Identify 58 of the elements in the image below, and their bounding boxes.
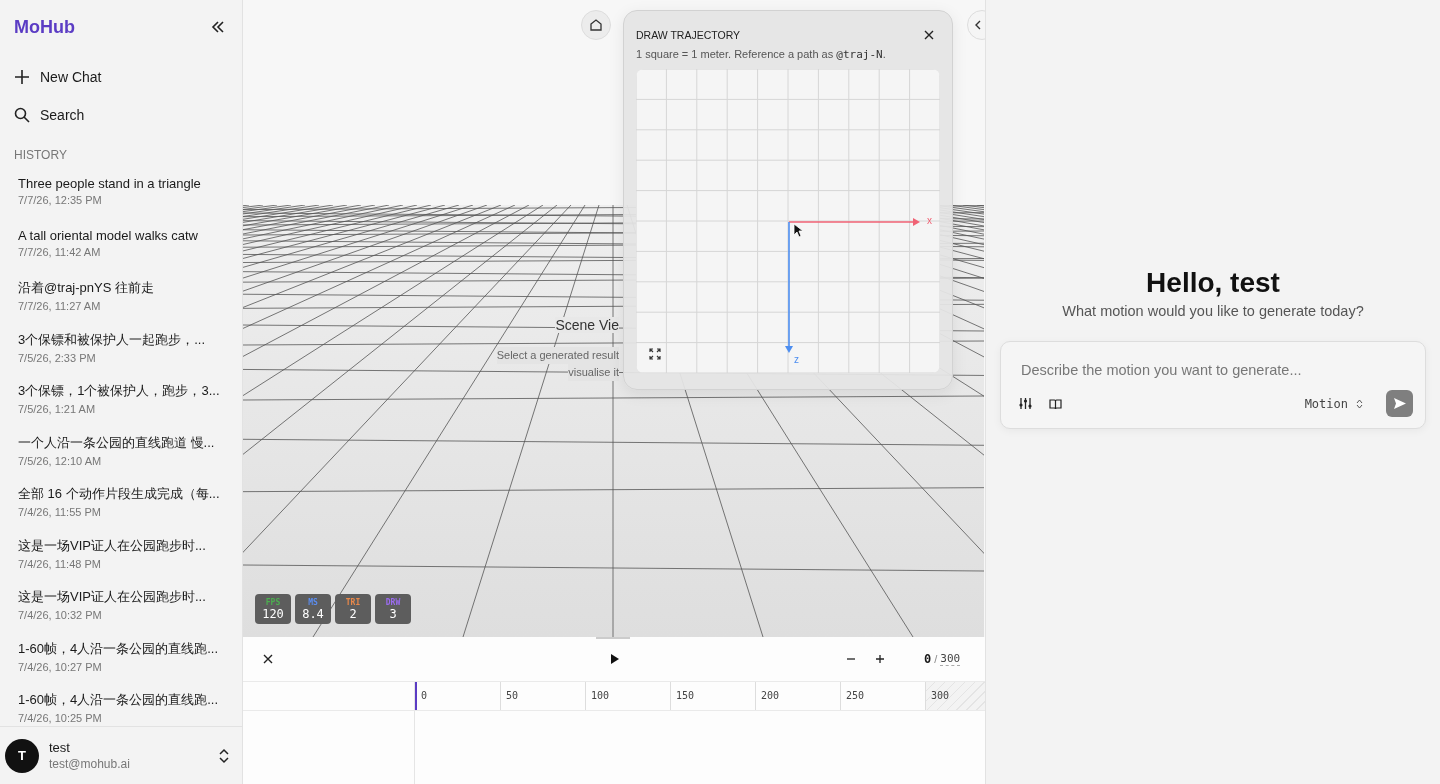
collapse-sidebar-icon[interactable] bbox=[210, 19, 226, 35]
history-item[interactable]: 这是一场VIP证人在公园跑步时... 7/4/26, 10:32 PM bbox=[18, 582, 224, 634]
mode-selector[interactable]: Motion bbox=[1298, 395, 1369, 412]
history-item[interactable]: 3个保镖和被保护人一起跑步，... 7/5/26, 2:33 PM bbox=[18, 324, 224, 376]
panel-title: DRAW TRAJECTORY bbox=[636, 29, 741, 41]
user-name: test bbox=[49, 740, 71, 755]
scene-view-title: Scene Vie bbox=[555, 317, 619, 333]
z-axis-label: z bbox=[794, 354, 799, 365]
sliders-icon[interactable] bbox=[1019, 397, 1032, 410]
history-item[interactable]: A tall oriental model walks catw 7/7/26, 11:42 AM bbox=[18, 221, 224, 273]
greeting: Hello, test bbox=[1146, 267, 1280, 299]
search-button[interactable]: Search bbox=[0, 96, 242, 134]
history-item[interactable]: Three people stand in a triangle 7/7/26, 12:35 PM bbox=[18, 170, 224, 222]
ruler-tick: 100 bbox=[585, 682, 670, 710]
stat-badge: MS 8.4 bbox=[295, 594, 331, 624]
history-item[interactable]: 一个人沿一条公园的直线跑道 慢... 7/5/26, 12:10 AM bbox=[18, 427, 224, 479]
history-item[interactable]: 1-60帧，4人沿一条公园的直线跑... 7/4/26, 10:25 PM bbox=[18, 685, 224, 726]
fullscreen-icon[interactable] bbox=[649, 348, 661, 360]
history-heading: HISTORY bbox=[13, 147, 68, 164]
ruler-tick: 150 bbox=[670, 682, 755, 710]
trajectory-note: 1 square = 1 meter. Reference a path as @traj-N. bbox=[636, 48, 887, 61]
total-frames-field[interactable]: 300 bbox=[940, 652, 961, 666]
book-icon[interactable] bbox=[1049, 397, 1062, 410]
zoom-in-icon[interactable] bbox=[875, 654, 885, 664]
send-button[interactable] bbox=[1386, 390, 1413, 417]
home-button[interactable] bbox=[581, 10, 611, 40]
ruler-tick: 300 bbox=[925, 682, 985, 710]
close-icon[interactable] bbox=[924, 30, 934, 40]
greeting-subtitle: What motion would you like to generate today? bbox=[1062, 303, 1364, 319]
history-item[interactable]: 1-60帧，4人沿一条公园的直线跑... 7/4/26, 10:27 PM bbox=[18, 633, 224, 685]
stat-badge: DRW 3 bbox=[375, 594, 411, 624]
history-item[interactable]: 沿着@traj-pnYS 往前走 7/7/26, 11:27 AM bbox=[18, 273, 224, 325]
chevron-left-icon bbox=[974, 20, 982, 30]
send-icon bbox=[1392, 397, 1407, 410]
prompt-composer[interactable]: Describe the motion you want to generate... Motion bbox=[1000, 341, 1426, 429]
cursor-icon bbox=[793, 223, 803, 238]
chevron-updown-icon[interactable] bbox=[218, 747, 230, 764]
home-icon bbox=[589, 18, 603, 32]
current-frame: 0 bbox=[924, 652, 932, 666]
history-item[interactable]: 全部 16 个动作片段生成完成（每... 7/4/26, 11:55 PM bbox=[18, 479, 224, 531]
ruler-tick: 0 bbox=[415, 682, 500, 710]
new-chat-button[interactable]: New Chat bbox=[0, 58, 242, 96]
history-item[interactable]: 3个保镖，1个被保护人，跑步，3... 7/5/26, 1:21 AM bbox=[18, 376, 224, 428]
plus-icon bbox=[14, 69, 30, 85]
app-logo: MoHub bbox=[14, 16, 75, 38]
chevron-updown-icon bbox=[1356, 398, 1363, 409]
user-avatar: T bbox=[5, 738, 39, 773]
close-icon[interactable] bbox=[263, 654, 273, 664]
history-item[interactable]: 这是一场VIP证人在公园跑步时... 7/4/26, 11:48 PM bbox=[18, 530, 224, 582]
search-icon bbox=[14, 107, 30, 123]
stat-badge: TRI 2 bbox=[335, 594, 371, 624]
x-axis-label: x bbox=[927, 215, 932, 226]
user-email: test@mohub.ai bbox=[49, 757, 131, 771]
stat-badge: FPS 120 bbox=[255, 594, 291, 624]
play-icon[interactable] bbox=[611, 654, 619, 664]
ruler-tick: 200 bbox=[755, 682, 840, 710]
ruler-tick: 50 bbox=[500, 682, 585, 710]
frame-separator: / bbox=[934, 653, 938, 665]
